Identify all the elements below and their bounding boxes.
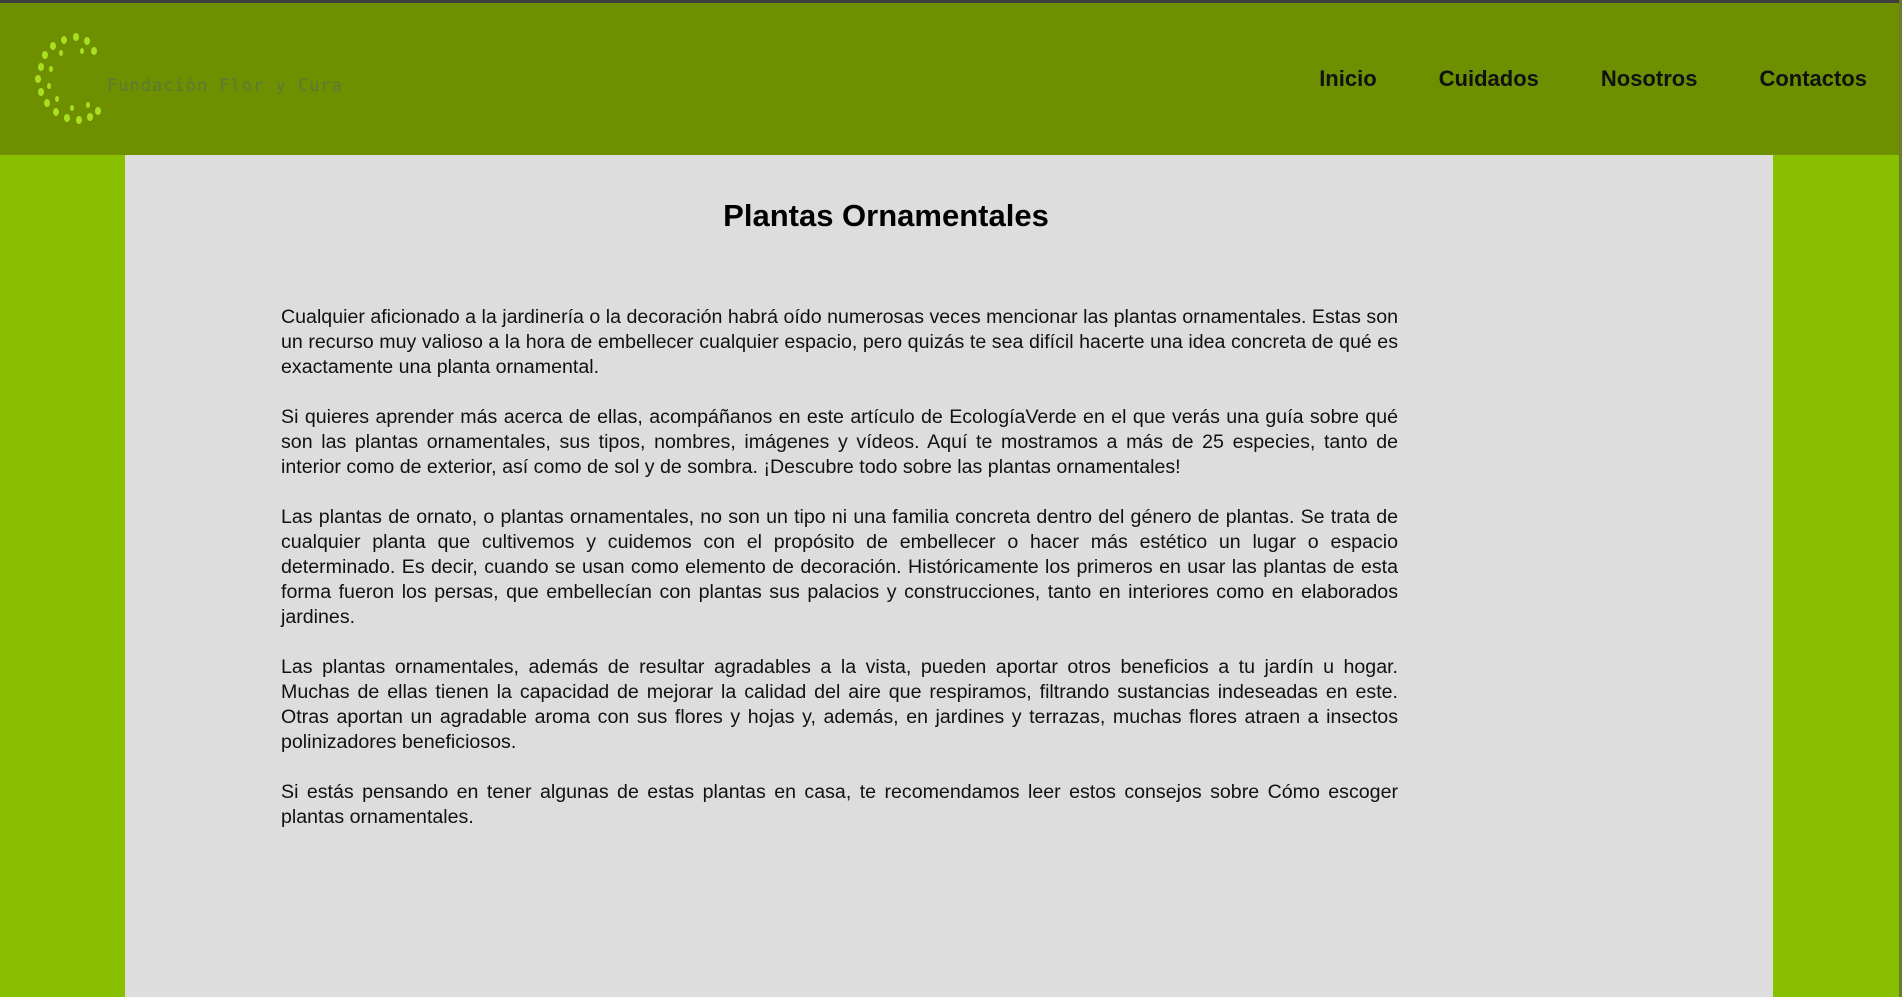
- main-nav: Inicio Cuidados Nosotros Contactos: [1319, 66, 1867, 92]
- brand-name[interactable]: Fundación Flor y Cura: [107, 76, 343, 96]
- article-paragraph-3: Las plantas de ornato, o plantas ornamen…: [281, 506, 1398, 628]
- main-content: Plantas Ornamentales Cualquier aficionad…: [125, 155, 1773, 997]
- nav-cuidados[interactable]: Cuidados: [1439, 66, 1539, 92]
- nav-nosotros[interactable]: Nosotros: [1601, 66, 1698, 92]
- article-paragraph-1: Cualquier aficionado a la jardinería o l…: [281, 306, 1398, 378]
- page-title: Plantas Ornamentales: [723, 197, 1049, 233]
- article-paragraph-2: Si quieres aprender más acerca de ellas,…: [281, 406, 1398, 478]
- dotted-circle-logo-icon[interactable]: [34, 31, 114, 131]
- nav-inicio[interactable]: Inicio: [1319, 66, 1376, 92]
- article-paragraph-5: Si estás pensando en tener algunas de es…: [281, 781, 1398, 828]
- nav-contactos[interactable]: Contactos: [1759, 66, 1867, 92]
- article-paragraph-4: Las plantas ornamentales, además de resu…: [281, 656, 1398, 753]
- site-header: Fundación Flor y Cura Inicio Cuidados No…: [0, 0, 1899, 155]
- article-body: Cualquier aficionado a la jardinería o l…: [281, 305, 1398, 855]
